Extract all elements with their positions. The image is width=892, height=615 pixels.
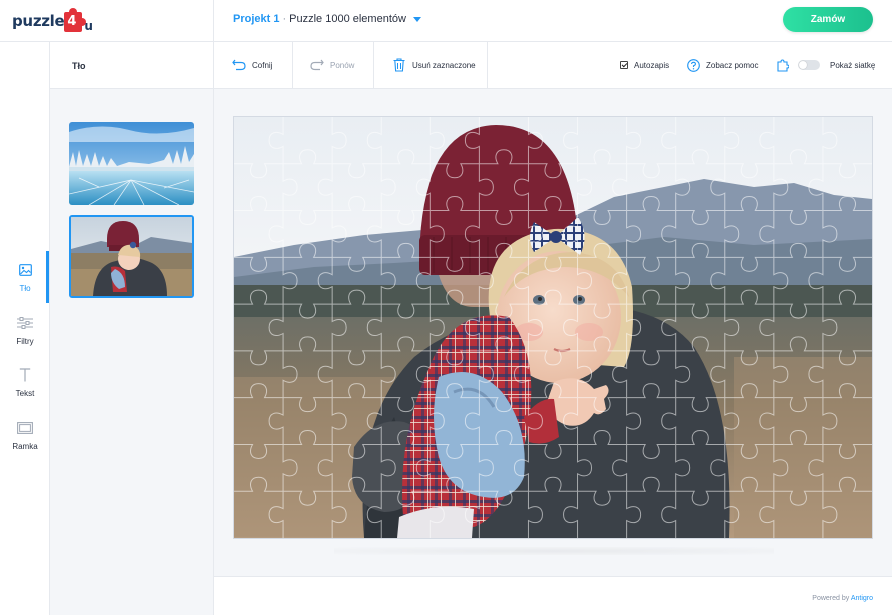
undo-button[interactable]: Cofnij [232,42,272,88]
canvas-shadow [334,547,774,555]
redo-button[interactable]: Ponów [310,42,354,88]
project-separator: · [282,13,287,25]
autosave-label: Autozapis [634,60,670,70]
panel-title: Tło [72,61,86,71]
top-bar: puzzle 4 u Projekt 1 · Puzzle 1000 eleme… [0,0,892,42]
frame-icon [17,420,33,436]
canvas-area [214,89,892,576]
divider [213,0,214,42]
show-grid-toggle[interactable]: Pokaż siatkę [776,42,875,88]
redo-label: Ponów [330,60,355,70]
project-title: Puzzle 1000 elementów [289,13,406,25]
help-label: Zobacz pomoc [706,60,759,70]
delete-selected-button[interactable]: Usuń zaznaczone [392,42,476,88]
puzzle-canvas[interactable] [233,116,873,539]
logo-number: 4 [67,14,77,29]
autosave-checkbox[interactable]: Autozapis [620,42,669,88]
help-circle-icon [686,58,700,72]
sliders-icon [17,315,33,331]
rail-item-label: Ramka [12,441,38,451]
background-thumbnail-winter[interactable] [69,122,194,205]
rail-item-label: Tło [19,283,31,293]
rail-item-label: Tekst [15,388,35,398]
order-button[interactable]: Zamów [783,7,873,32]
panel-header: Tło [50,42,213,89]
puzzle-piece-icon: 4 [62,8,87,34]
image-icon [17,262,33,278]
redo-icon [310,58,324,72]
rail-item-background[interactable]: Tło [0,251,50,303]
puzzle-photo [234,117,872,538]
toolbar-divider [292,42,293,88]
logo[interactable]: puzzle 4 u [12,6,93,36]
background-thumbnail-family[interactable] [69,215,194,298]
powered-by-brand-link[interactable]: Antigro [851,595,873,602]
text-icon [17,367,33,383]
left-rail: Tło Filtry Tekst Ramka [0,42,50,615]
winter-lake-image [69,122,194,205]
footer: Powered by Antigro [214,576,892,615]
rail-item-filters[interactable]: Filtry [0,304,50,356]
rail-item-text[interactable]: Tekst [0,356,50,408]
powered-by-prefix: Powered by [812,595,850,602]
rail-item-frame[interactable]: Ramka [0,409,50,461]
toolbar-divider [487,42,488,88]
grid-toggle-switch[interactable] [798,60,820,70]
help-button[interactable]: Zobacz pomoc [686,42,758,88]
undo-icon [232,58,246,72]
caret-down-icon [412,16,421,22]
rail-item-label: Filtry [16,336,34,346]
delete-selected-label: Usuń zaznaczone [412,60,476,70]
backgrounds-panel: Tło [50,42,214,615]
family-photo-image [71,217,192,296]
show-grid-label: Pokaż siatkę [830,60,876,70]
trash-icon [392,58,406,72]
grid-piece-icon [776,58,790,72]
editor-toolbar: Cofnij Ponów Usuń zaznaczone Autozapis Z… [214,42,892,89]
project-name: Projekt 1 [233,13,280,25]
logo-text: puzzle [12,12,65,30]
project-selector[interactable]: Projekt 1 · Puzzle 1000 elementów [233,13,421,25]
undo-label: Cofnij [252,60,273,70]
checkbox-checked-icon[interactable] [620,61,628,69]
rail-active-indicator [46,251,49,303]
powered-by: Powered by Antigro [812,595,873,602]
toolbar-divider [373,42,374,88]
